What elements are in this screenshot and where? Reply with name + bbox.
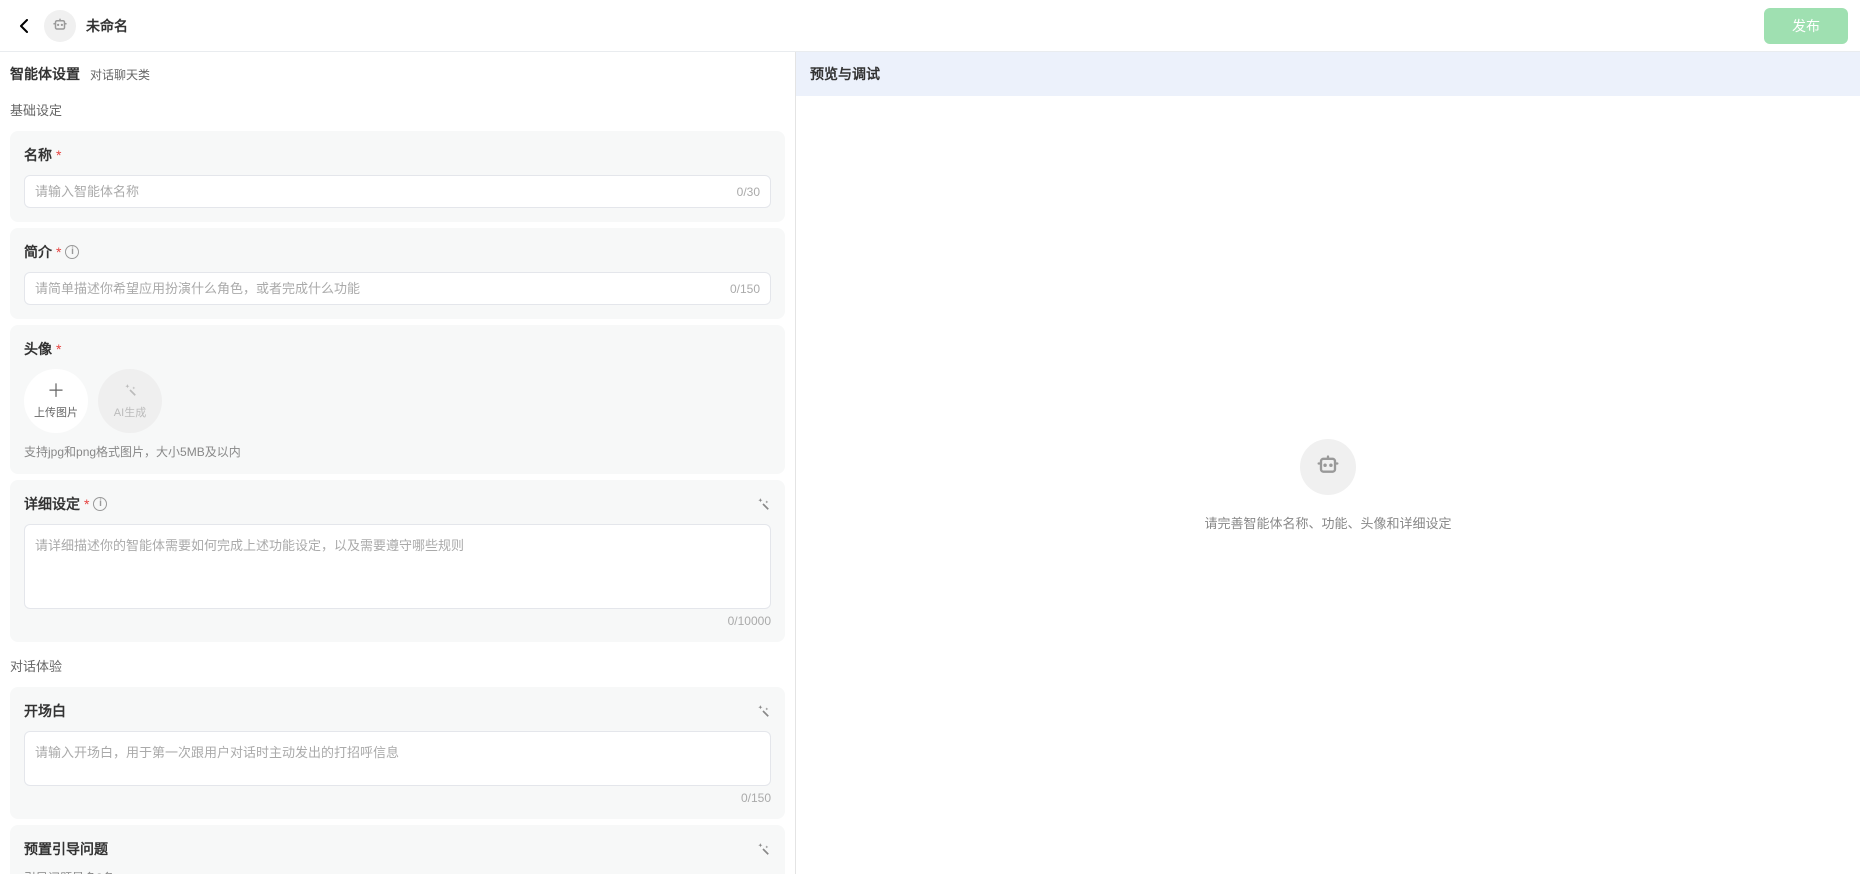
preview-bot-icon [1300, 439, 1356, 495]
ai-enhance-icon[interactable] [755, 841, 771, 857]
opening-counter: 0/150 [24, 786, 771, 805]
ai-enhance-icon[interactable] [755, 703, 771, 719]
intro-card: 简介* i 0/150 [10, 228, 785, 319]
magic-wand-icon [123, 383, 137, 400]
name-input[interactable] [25, 176, 737, 207]
back-button[interactable] [12, 14, 36, 38]
avatar-hint: 支持jpg和png格式图片，大小5MB及以内 [24, 443, 771, 460]
detail-textarea[interactable] [25, 525, 770, 605]
detail-card: 详细设定* i 0/10000 [10, 480, 785, 642]
required-mark: * [56, 147, 61, 163]
chat-section-label: 对话体验 [0, 648, 795, 681]
name-label: 名称 [24, 145, 52, 165]
required-mark: * [84, 496, 89, 512]
ai-enhance-icon[interactable] [755, 496, 771, 512]
avatar-card: 头像* ＋ 上传图片 AI生成 支持jpg和png格式图片，大小5MB及以内 [10, 325, 785, 474]
intro-input[interactable] [25, 273, 730, 304]
preview-panel: 预览与调试 请完善智能体名称、功能、头像和详细设定 [796, 52, 1860, 874]
opening-card: 开场白 0/150 [10, 687, 785, 819]
opening-label: 开场白 [24, 701, 66, 721]
opening-textarea[interactable] [25, 732, 770, 782]
settings-panel: 智能体设置 对话聊天类 基础设定 名称* 0/30 简介* i 0/150 [0, 52, 796, 874]
avatar-label: 头像 [24, 339, 52, 359]
detail-label: 详细设定 [24, 494, 80, 514]
name-counter: 0/30 [737, 185, 770, 199]
bot-avatar-icon [44, 10, 76, 42]
ai-generate-button[interactable]: AI生成 [98, 369, 162, 433]
upload-image-button[interactable]: ＋ 上传图片 [24, 369, 88, 433]
detail-counter: 0/10000 [24, 609, 771, 628]
basic-section-label: 基础设定 [0, 92, 795, 125]
required-mark: * [56, 341, 61, 357]
intro-label: 简介 [24, 242, 52, 262]
info-icon[interactable]: i [93, 497, 107, 511]
publish-button[interactable]: 发布 [1764, 8, 1848, 44]
upload-label: 上传图片 [34, 404, 78, 420]
plus-icon: ＋ [47, 382, 65, 400]
ai-gen-label: AI生成 [114, 404, 146, 420]
preview-title: 预览与调试 [796, 52, 1860, 96]
preset-questions-card: 预置引导问题 引导问题最多3条 [10, 825, 785, 874]
preview-empty-hint: 请完善智能体名称、功能、头像和详细设定 [1204, 513, 1451, 532]
name-card: 名称* 0/30 [10, 131, 785, 222]
preset-questions-label: 预置引导问题 [24, 839, 108, 859]
info-icon[interactable]: i [65, 245, 79, 259]
required-mark: * [56, 244, 61, 260]
preset-questions-hint: 引导问题最多3条 [24, 869, 771, 874]
panel-title: 智能体设置 [10, 64, 80, 84]
panel-subtitle: 对话聊天类 [90, 66, 150, 83]
intro-counter: 0/150 [730, 282, 770, 296]
app-title: 未命名 [86, 16, 128, 36]
